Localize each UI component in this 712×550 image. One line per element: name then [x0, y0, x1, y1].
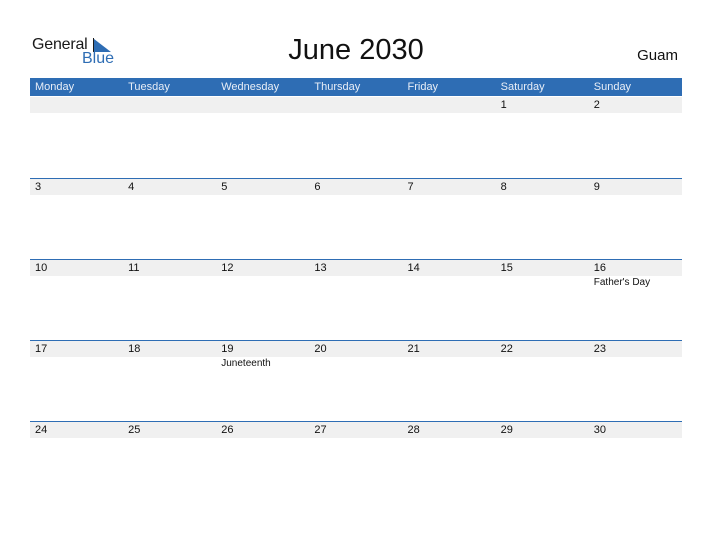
day-number: 4: [128, 181, 135, 193]
weekday-thursday: Thursday: [314, 81, 361, 93]
day-number: 5: [221, 181, 228, 193]
date-number-row: 24 25 26 27 28 29 30: [30, 422, 682, 438]
holiday-label: Juneteenth: [221, 358, 271, 369]
holiday-label: [403, 276, 496, 290]
day-number: 21: [407, 343, 420, 355]
day-number: [309, 97, 402, 113]
holiday-label: [216, 276, 309, 290]
holiday-row: Father's Day: [30, 276, 682, 290]
date-number-row: 3 4 5 6 7 8 9: [30, 179, 682, 195]
weekday-header: Monday Tuesday Wednesday Thursday Friday…: [30, 78, 682, 96]
date-number-row: 17 18 19 20 21 22 23: [30, 341, 682, 357]
day-number: 30: [593, 424, 606, 436]
day-number: 7: [407, 181, 414, 193]
weekday-wednesday: Wednesday: [221, 81, 280, 93]
day-number: 1: [500, 99, 507, 111]
day-number: 22: [500, 343, 513, 355]
weekday-tuesday: Tuesday: [128, 81, 170, 93]
holiday-label: [30, 276, 123, 290]
day-number: 13: [314, 262, 327, 274]
holiday-label: [123, 276, 216, 290]
day-number: 19: [221, 343, 234, 355]
weekday-monday: Monday: [35, 81, 75, 93]
holiday-label: Father's Day: [593, 277, 651, 288]
date-number-row: 12: [30, 97, 682, 113]
day-number: 12: [221, 262, 234, 274]
holiday-label: [309, 357, 402, 371]
week-row: 17 18 19 20 21 22 23 Juneteenth: [30, 340, 682, 420]
day-number: 10: [35, 262, 48, 274]
day-number: 2: [593, 99, 600, 111]
holiday-label: [123, 357, 216, 371]
day-number: 23: [593, 343, 606, 355]
day-number: 17: [35, 343, 48, 355]
day-number: 8: [500, 181, 507, 193]
weekday-saturday: Saturday: [500, 81, 545, 93]
day-number: 11: [128, 262, 140, 274]
day-number: [216, 97, 309, 113]
holiday-row: Juneteenth: [30, 357, 682, 371]
week-row: 10 11 12 13 14 15 16 Father's Day: [30, 259, 682, 339]
weekday-friday: Friday: [407, 81, 439, 93]
day-number: [123, 97, 216, 113]
day-number: 16: [593, 262, 606, 274]
holiday-label: [309, 276, 402, 290]
holiday-label: [589, 357, 682, 371]
page-title: June 2030: [288, 34, 424, 66]
day-number: 27: [314, 424, 327, 436]
day-number: [403, 97, 496, 113]
day-number: 6: [314, 181, 321, 193]
holiday-label: [30, 357, 123, 371]
day-number: [30, 97, 123, 113]
day-number: 9: [593, 181, 600, 193]
day-number: 14: [407, 262, 420, 274]
day-number: 18: [128, 343, 141, 355]
week-row: 12: [30, 97, 682, 177]
region-label: Guam: [637, 47, 678, 64]
day-number: 29: [500, 424, 513, 436]
holiday-label: [496, 357, 589, 371]
weekday-sunday: Sunday: [593, 81, 632, 93]
day-number: 26: [221, 424, 234, 436]
week-row: 3 4 5 6 7 8 9: [30, 178, 682, 258]
day-number: 3: [35, 181, 42, 193]
day-number: 25: [128, 424, 141, 436]
day-number: 28: [407, 424, 420, 436]
date-number-row: 10 11 12 13 14 15 16: [30, 260, 682, 276]
holiday-label: [403, 357, 496, 371]
week-row: 24 25 26 27 28 29 30: [30, 421, 682, 501]
day-number: 20: [314, 343, 327, 355]
day-number: 15: [500, 262, 513, 274]
day-number: 24: [35, 424, 48, 436]
holiday-label: [496, 276, 589, 290]
